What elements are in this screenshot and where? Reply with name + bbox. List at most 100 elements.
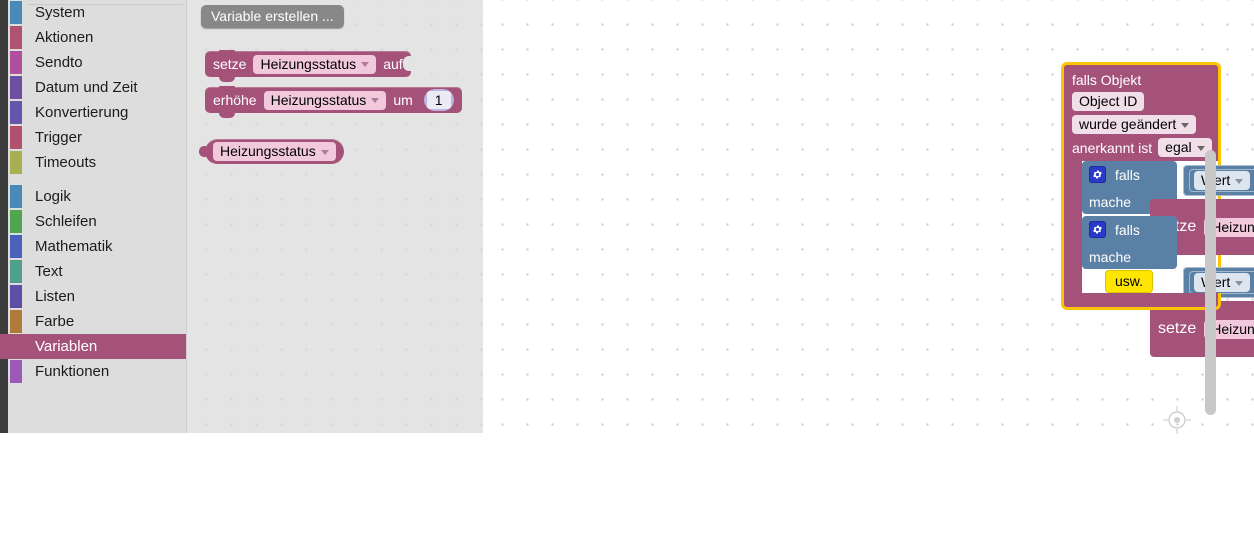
category-color-swatch (10, 185, 22, 208)
ack-dropdown[interactable]: egal (1158, 138, 1212, 157)
block-on-object-change[interactable]: falls Objekt Object ID wurde geändert an… (1061, 62, 1221, 161)
block-get-object-value-2[interactable]: Wert vom Objekt ID ID auswählen (1189, 271, 1254, 294)
set-variable-dropdown[interactable]: Heizungsstatus (253, 54, 377, 74)
category-label: Variablen (35, 338, 98, 355)
trigger-mode-value: wurde geändert (1079, 116, 1177, 132)
category-timeouts[interactable]: Timeouts (0, 150, 186, 175)
category-color-swatch (10, 260, 22, 283)
blockly-workspace[interactable]: falls Objekt Object ID wurde geändert an… (483, 0, 1254, 435)
recenter-workspace-icon[interactable] (1162, 405, 1192, 435)
category-sendto[interactable]: Sendto (0, 50, 186, 75)
change-value-shadow[interactable]: 1 (423, 89, 454, 111)
if-label-1: falls (1115, 166, 1140, 183)
chevron-down-icon (1196, 145, 1205, 151)
get-variable-value: Heizungsstatus (220, 143, 316, 159)
category-logik[interactable]: Logik (0, 184, 186, 209)
hat-block-foot (1061, 293, 1221, 310)
if-do-row-2: mache (1082, 243, 1177, 269)
category-color-swatch (10, 235, 22, 258)
chevron-down-icon (371, 98, 380, 103)
set-label-2: setze (1158, 320, 1197, 337)
category-label: System (35, 4, 86, 21)
set-label: setze (213, 56, 247, 72)
category-funktionen[interactable]: Funktionen (0, 359, 186, 384)
category-label: Aktionen (35, 29, 94, 46)
value-input-socket[interactable] (402, 56, 412, 71)
chevron-down-icon (1181, 122, 1190, 128)
category-aktionen[interactable]: Aktionen (0, 25, 186, 50)
category-color-swatch (10, 26, 22, 49)
category-color-swatch (10, 210, 22, 233)
mutator-gear-icon[interactable] (1089, 221, 1106, 238)
set-to-label: auf (383, 56, 403, 72)
category-color-swatch (10, 151, 22, 174)
toolbox-category-list[interactable]: System Aktionen Sendto Datum und Zeit Ko… (0, 0, 187, 433)
category-color-swatch (10, 1, 22, 24)
hat-statement-container: falls mache Wert vom Ob (1061, 161, 1254, 357)
hat-title: falls Objekt (1072, 72, 1142, 88)
category-color-swatch (10, 285, 22, 308)
change-variable-dropdown[interactable]: Heizungsstatus (263, 90, 387, 110)
category-label: Farbe (35, 313, 75, 330)
value-kind-dropdown-2[interactable]: Wert (1194, 273, 1251, 292)
output-plug (199, 146, 206, 157)
block-change-variable[interactable]: erhöhe Heizungsstatus um 1 (205, 86, 462, 118)
chevron-down-icon (361, 62, 370, 67)
category-schleifen[interactable]: Schleifen (0, 209, 186, 234)
value-kind-dropdown-1[interactable]: Wert (1194, 171, 1251, 190)
category-farbe[interactable]: Farbe (0, 309, 186, 334)
block-if-2[interactable]: falls mache (1082, 216, 1177, 269)
block-stack-root[interactable]: falls Objekt Object ID wurde geändert an… (1061, 62, 1254, 357)
mutator-gear-icon[interactable] (1089, 166, 1106, 183)
block-get-variable[interactable]: Heizungsstatus (199, 139, 344, 164)
block-note-usw[interactable]: usw. (1105, 270, 1154, 298)
trigger-mode-dropdown[interactable]: wurde geändert (1072, 115, 1197, 134)
category-label: Timeouts (35, 154, 97, 171)
category-label: Mathematik (35, 238, 113, 255)
if-header-row-2: falls (1082, 216, 1177, 243)
change-value-input[interactable]: 1 (426, 91, 451, 109)
do-label-2: mache (1089, 249, 1132, 265)
set-variable-value: Heizungsstatus (260, 55, 357, 72)
set-variable-value-2: Heizungsstatus (1211, 320, 1254, 337)
category-trigger[interactable]: Trigger (0, 125, 186, 150)
if-header-row-1: falls (1082, 161, 1177, 188)
trigger-mode-row[interactable]: wurde geändert (1064, 113, 1218, 136)
chevron-down-icon (320, 149, 329, 155)
block-compare-1[interactable]: Wert vom Objekt ID ID auswählen = (1183, 165, 1254, 196)
object-id-value: Object ID (1079, 93, 1138, 109)
category-label: Funktionen (35, 363, 110, 380)
chevron-down-icon (1235, 178, 1244, 184)
category-color-swatch (10, 51, 22, 74)
category-mathematik[interactable]: Mathematik (0, 234, 186, 259)
object-id-field[interactable]: Object ID (1072, 92, 1145, 111)
category-label: Schleifen (35, 213, 97, 230)
toolbox-flyout[interactable]: Variable erstellen ... setze Heizungssta… (187, 0, 483, 433)
category-color-swatch (10, 126, 22, 149)
change-variable-value: Heizungsstatus (270, 91, 367, 108)
object-id-row[interactable]: Object ID (1064, 90, 1218, 113)
category-label: Logik (35, 188, 71, 205)
create-variable-button[interactable]: Variable erstellen ... (201, 5, 344, 28)
category-konvertierung[interactable]: Konvertierung (0, 100, 186, 125)
category-color-swatch (10, 335, 22, 358)
statement-input[interactable]: falls mache Wert vom Ob (1082, 161, 1254, 357)
toolbox-separator (0, 4, 186, 184)
ack-label: anerkannt ist (1072, 139, 1153, 156)
ack-row[interactable]: anerkannt ist egal (1064, 136, 1218, 159)
category-text[interactable]: Text (0, 259, 186, 284)
category-listen[interactable]: Listen (0, 284, 186, 309)
get-variable-dropdown[interactable]: Heizungsstatus (213, 142, 336, 161)
workspace-vertical-scrollbar[interactable] (1205, 150, 1216, 415)
category-label: Datum und Zeit (35, 79, 138, 96)
category-label: Text (35, 263, 63, 280)
category-color-swatch (10, 76, 22, 99)
if-label-2: falls (1115, 221, 1140, 238)
change-label: erhöhe (213, 92, 257, 108)
category-datum-und-zeit[interactable]: Datum und Zeit (0, 75, 186, 100)
hat-title-row: falls Objekt (1064, 70, 1218, 90)
category-variablen[interactable]: Variablen (0, 334, 186, 359)
block-set-variable[interactable]: setze Heizungsstatus auf (205, 50, 412, 82)
block-get-object-value-1[interactable]: Wert vom Objekt ID ID auswählen (1189, 169, 1254, 192)
change-by-label: um (393, 92, 413, 108)
